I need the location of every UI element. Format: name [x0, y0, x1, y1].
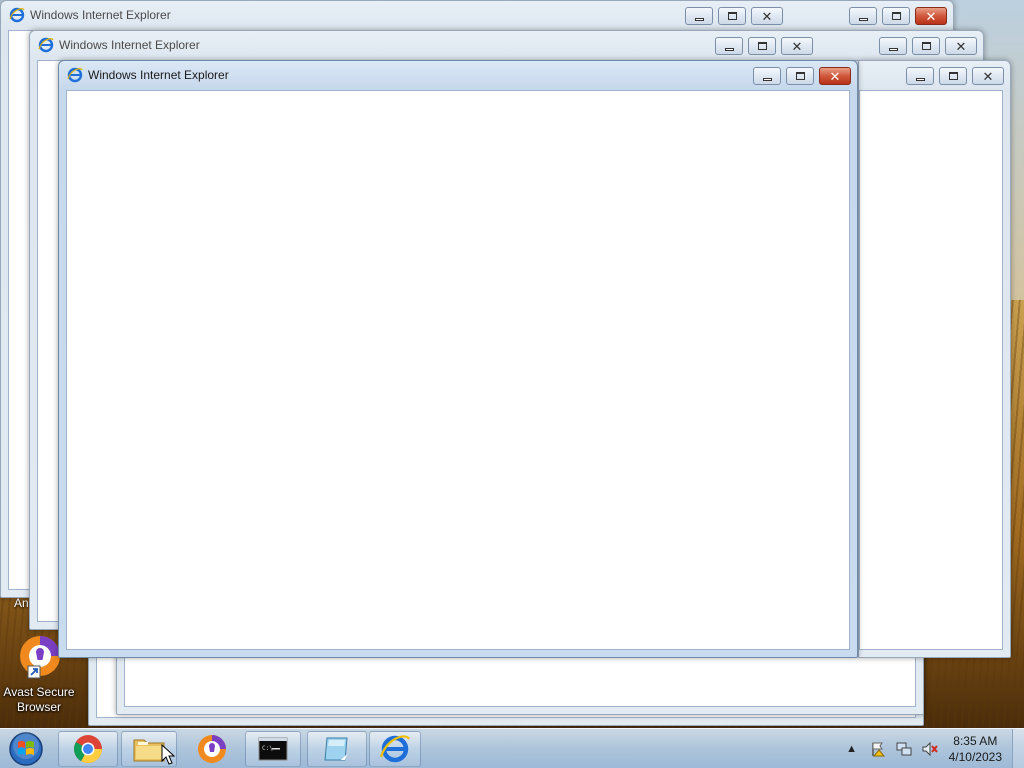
- internet-explorer-icon: [38, 37, 54, 53]
- maximize-icon: [757, 42, 767, 50]
- command-prompt-icon: C:\: [258, 737, 288, 761]
- window-title: Windows Internet Explorer: [59, 38, 200, 52]
- maximize-button[interactable]: [939, 67, 967, 85]
- maximize-button[interactable]: [748, 37, 776, 55]
- window-caption-buttons: ✕: [748, 67, 851, 85]
- action-center-flag-icon[interactable]: [870, 741, 886, 757]
- close-button[interactable]: ✕: [915, 7, 947, 25]
- minimize-icon: [762, 77, 772, 81]
- window-caption-buttons-secondary: ✕: [874, 37, 977, 55]
- minimize-button[interactable]: [685, 7, 713, 25]
- maximize-icon: [727, 12, 737, 20]
- browser-content-area[interactable]: [66, 90, 850, 650]
- clock-time: 8:35 AM: [953, 734, 998, 748]
- desktop-icon-label-partial: An: [14, 596, 29, 610]
- maximize-button[interactable]: [912, 37, 940, 55]
- minimize-button[interactable]: [715, 37, 743, 55]
- window-caption-buttons-secondary: ✕: [844, 7, 947, 25]
- window-caption-buttons: ✕: [901, 67, 1004, 85]
- taskbar: C:\ ▲ 8:35 AM 4/10/2023: [0, 728, 1024, 768]
- close-button[interactable]: ✕: [781, 37, 813, 55]
- close-button[interactable]: ✕: [945, 37, 977, 55]
- internet-explorer-icon: [67, 67, 83, 83]
- minimize-icon: [858, 17, 868, 21]
- minimize-button[interactable]: [753, 67, 781, 85]
- minimize-button[interactable]: [879, 37, 907, 55]
- close-icon: ✕: [982, 68, 994, 84]
- ie-window-5-edge[interactable]: ✕: [858, 60, 1011, 658]
- taskbar-chrome[interactable]: [58, 731, 118, 767]
- start-button[interactable]: [6, 731, 46, 767]
- volume-muted-icon[interactable]: [922, 741, 938, 757]
- close-icon: ✕: [761, 8, 773, 24]
- window-title: Windows Internet Explorer: [88, 68, 229, 82]
- maximize-icon: [921, 42, 931, 50]
- ie-window-active[interactable]: Windows Internet Explorer ✕: [58, 60, 858, 658]
- windows-logo-icon: [9, 732, 43, 766]
- window-titlebar[interactable]: Windows Internet Explorer: [30, 31, 983, 59]
- close-icon: ✕: [925, 8, 937, 24]
- close-icon: ✕: [829, 68, 841, 84]
- minimize-icon: [915, 77, 925, 81]
- internet-explorer-icon: [9, 7, 25, 23]
- minimize-icon: [694, 17, 704, 21]
- close-button[interactable]: ✕: [751, 7, 783, 25]
- internet-explorer-icon: [379, 735, 411, 763]
- avast-secure-browser-icon: [198, 735, 226, 763]
- browser-content-area[interactable]: [859, 90, 1003, 650]
- taskbar-internet-explorer[interactable]: [369, 731, 421, 767]
- window-caption-buttons: ✕: [680, 7, 783, 25]
- window-titlebar[interactable]: Windows Internet Explorer: [1, 1, 953, 29]
- maximize-icon: [948, 72, 958, 80]
- minimize-button[interactable]: [906, 67, 934, 85]
- minimize-icon: [724, 47, 734, 51]
- maximize-button[interactable]: [786, 67, 814, 85]
- avast-secure-browser-icon: [20, 636, 60, 679]
- taskbar-command-prompt[interactable]: C:\: [245, 731, 301, 767]
- close-button[interactable]: ✕: [819, 67, 851, 85]
- notepad-icon: [324, 737, 348, 761]
- network-icon[interactable]: [896, 741, 912, 757]
- close-icon: ✕: [955, 38, 967, 54]
- taskbar-notepad[interactable]: [307, 731, 367, 767]
- minimize-button[interactable]: [849, 7, 877, 25]
- mouse-cursor-icon: [161, 744, 175, 765]
- window-caption-buttons: ✕: [710, 37, 813, 55]
- minimize-icon: [888, 47, 898, 51]
- maximize-icon: [891, 12, 901, 20]
- window-titlebar[interactable]: Windows Internet Explorer: [59, 61, 857, 89]
- close-icon: ✕: [791, 38, 803, 54]
- system-tray: ▲ 8:35 AM 4/10/2023: [839, 729, 1024, 768]
- clock-date: 4/10/2023: [948, 750, 1002, 764]
- taskbar-avast-secure-browser[interactable]: [183, 731, 241, 767]
- maximize-icon: [795, 72, 805, 80]
- show-desktop-button[interactable]: [1012, 729, 1024, 768]
- maximize-button[interactable]: [718, 7, 746, 25]
- svg-text:C:\: C:\: [262, 745, 273, 752]
- chrome-icon: [74, 735, 102, 763]
- system-clock[interactable]: 8:35 AM 4/10/2023: [949, 733, 1002, 765]
- maximize-button[interactable]: [882, 7, 910, 25]
- desktop-icon-label: Browser: [16, 700, 61, 714]
- window-title: Windows Internet Explorer: [30, 8, 171, 22]
- close-button[interactable]: ✕: [972, 67, 1004, 85]
- show-hidden-icons-chevron[interactable]: ▲: [844, 741, 860, 757]
- desktop-icon-label: Avast Secure: [3, 685, 75, 699]
